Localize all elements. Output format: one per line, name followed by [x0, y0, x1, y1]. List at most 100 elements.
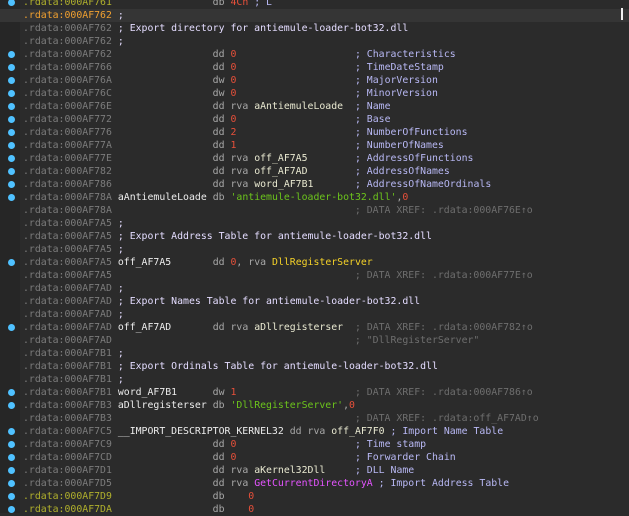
address[interactable]: .rdata:000AF77A: [23, 140, 112, 151]
address[interactable]: .rdata:000AF7AD: [23, 322, 112, 333]
address[interactable]: .rdata:000AF78A: [23, 205, 112, 216]
breakpoint-dot-icon[interactable]: [8, 428, 15, 435]
label-name[interactable]: aDllregisterser: [118, 400, 207, 411]
listing-line[interactable]: .rdata:000AF766 dd 0 ; TimeDateStamp: [0, 61, 629, 74]
address[interactable]: .rdata:000AF7AD: [23, 296, 112, 307]
listing-line[interactable]: .rdata:000AF772 dd 0 ; Base: [0, 113, 629, 126]
breakpoint-dot-icon[interactable]: [8, 168, 15, 175]
address[interactable]: .rdata:000AF7D5: [23, 478, 112, 489]
listing-line[interactable]: .rdata:000AF76A dw 0 ; MajorVersion: [0, 74, 629, 87]
address[interactable]: .rdata:000AF7A5: [23, 270, 112, 281]
address[interactable]: .rdata:000AF7B1: [23, 374, 112, 385]
address[interactable]: .rdata:000AF7A5: [23, 244, 112, 255]
export-function-reference[interactable]: DllRegisterServer: [272, 257, 373, 268]
breakpoint-dot-icon[interactable]: [8, 155, 15, 162]
address[interactable]: .rdata:000AF7AD: [23, 283, 112, 294]
address[interactable]: .rdata:000AF7DA: [23, 504, 112, 515]
listing-line[interactable]: .rdata:000AF7D9 db 0: [0, 490, 629, 503]
breakpoint-dot-icon[interactable]: [8, 454, 15, 461]
listing-line[interactable]: .rdata:000AF762 dd 0 ; Characteristics: [0, 48, 629, 61]
address[interactable]: .rdata:000AF7D9: [23, 491, 112, 502]
listing-line[interactable]: .rdata:000AF77E dd rva off_AF7A5 ; Addre…: [0, 152, 629, 165]
address[interactable]: .rdata:000AF7AD: [23, 309, 112, 320]
address[interactable]: .rdata:000AF7B1: [23, 387, 112, 398]
symbol-reference[interactable]: off_AF7AD: [254, 166, 307, 177]
symbol-reference[interactable]: off_AF7F0: [331, 426, 384, 437]
breakpoint-dot-icon[interactable]: [8, 64, 15, 71]
breakpoint-dot-icon[interactable]: [8, 77, 15, 84]
breakpoint-dot-icon[interactable]: [8, 467, 15, 474]
address[interactable]: .rdata:000AF761: [23, 0, 112, 8]
address[interactable]: .rdata:000AF7A5: [23, 257, 112, 268]
xref-comment[interactable]: ; DATA XREF: .rdata:000AF786↑o: [355, 387, 533, 398]
address[interactable]: .rdata:000AF7AD: [23, 335, 112, 346]
listing-line[interactable]: .rdata:000AF7AD ; Export Names Table for…: [0, 295, 629, 308]
listing-line[interactable]: .rdata:000AF7C5 __IMPORT_DESCRIPTOR_KERN…: [0, 425, 629, 438]
listing-line[interactable]: .rdata:000AF7A5 ; DATA XREF: .rdata:000A…: [0, 269, 629, 282]
address[interactable]: .rdata:000AF78A: [23, 192, 112, 203]
address[interactable]: .rdata:000AF76E: [23, 101, 112, 112]
xref-comment[interactable]: ; DATA XREF: .rdata:000AF76E↑o: [355, 205, 533, 216]
listing-line[interactable]: .rdata:000AF76E dd rva aAntiemuleLoade ;…: [0, 100, 629, 113]
listing-line[interactable]: .rdata:000AF762 ;: [0, 9, 629, 22]
breakpoint-dot-icon[interactable]: [8, 402, 15, 409]
breakpoint-dot-icon[interactable]: [8, 181, 15, 188]
listing-line[interactable]: .rdata:000AF7AD ; "DllRegisterServer": [0, 334, 629, 347]
listing-line[interactable]: .rdata:000AF7C9 dd 0 ; Time stamp: [0, 438, 629, 451]
symbol-reference[interactable]: word_AF7B1: [254, 179, 313, 190]
address[interactable]: .rdata:000AF762: [23, 36, 112, 47]
label-name[interactable]: off_AF7A5: [118, 257, 171, 268]
listing-line[interactable]: .rdata:000AF76C dw 0 ; MinorVersion: [0, 87, 629, 100]
address[interactable]: .rdata:000AF77E: [23, 153, 112, 164]
address[interactable]: .rdata:000AF7B3: [23, 400, 112, 411]
listing-line[interactable]: .rdata:000AF7B1 ; Export Ordinals Table …: [0, 360, 629, 373]
address[interactable]: .rdata:000AF7D1: [23, 465, 112, 476]
address[interactable]: .rdata:000AF766: [23, 62, 112, 73]
listing-line[interactable]: .rdata:000AF776 dd 2 ; NumberOfFunctions: [0, 126, 629, 139]
xref-comment[interactable]: ; "DllRegisterServer": [355, 335, 479, 346]
breakpoint-dot-icon[interactable]: [8, 116, 15, 123]
breakpoint-dot-icon[interactable]: [8, 142, 15, 149]
label-name[interactable]: off_AF7AD: [118, 322, 171, 333]
breakpoint-dot-icon[interactable]: [8, 90, 15, 97]
address[interactable]: .rdata:000AF762: [23, 49, 112, 60]
listing-line[interactable]: .rdata:000AF761 db 4Ch ; L: [0, 0, 629, 9]
symbol-reference[interactable]: aAntiemuleLoade: [254, 101, 343, 112]
listing-line[interactable]: .rdata:000AF7B3 ; DATA XREF: .rdata:off_…: [0, 412, 629, 425]
listing-line[interactable]: .rdata:000AF7D1 dd rva aKernel32Dll ; DL…: [0, 464, 629, 477]
address[interactable]: .rdata:000AF7CD: [23, 452, 112, 463]
address[interactable]: .rdata:000AF786: [23, 179, 112, 190]
listing-line[interactable]: .rdata:000AF78A aAntiemuleLoade db 'anti…: [0, 191, 629, 204]
import-function-reference[interactable]: GetCurrentDirectoryA: [254, 478, 373, 489]
symbol-reference[interactable]: off_AF7A5: [254, 153, 307, 164]
listing-line[interactable]: .rdata:000AF762 ; Export directory for a…: [0, 22, 629, 35]
address[interactable]: .rdata:000AF76C: [23, 88, 112, 99]
symbol-reference[interactable]: aKernel32Dll: [254, 465, 325, 476]
address[interactable]: .rdata:000AF772: [23, 114, 112, 125]
xref-comment[interactable]: ; DATA XREF: .rdata:off_AF7AD↑o: [355, 413, 539, 424]
label-name[interactable]: __IMPORT_DESCRIPTOR_KERNEL32: [118, 426, 284, 437]
address[interactable]: .rdata:000AF7A5: [23, 231, 112, 242]
breakpoint-dot-icon[interactable]: [8, 259, 15, 266]
breakpoint-dot-icon[interactable]: [8, 506, 15, 513]
listing-line[interactable]: .rdata:000AF7B3 aDllregisterser db 'DllR…: [0, 399, 629, 412]
listing-line[interactable]: .rdata:000AF782 dd rva off_AF7AD ; Addre…: [0, 165, 629, 178]
listing-line[interactable]: .rdata:000AF7D5 dd rva GetCurrentDirecto…: [0, 477, 629, 490]
breakpoint-dot-icon[interactable]: [8, 480, 15, 487]
listing-line[interactable]: .rdata:000AF786 dd rva word_AF7B1 ; Addr…: [0, 178, 629, 191]
breakpoint-dot-icon[interactable]: [8, 194, 15, 201]
address[interactable]: .rdata:000AF76A: [23, 75, 112, 86]
address[interactable]: .rdata:000AF7C9: [23, 439, 112, 450]
address[interactable]: .rdata:000AF7C5: [23, 426, 112, 437]
address[interactable]: .rdata:000AF782: [23, 166, 112, 177]
listing-line[interactable]: .rdata:000AF7DA db 0: [0, 503, 629, 516]
xref-comment[interactable]: ; DATA XREF: .rdata:000AF77E↑o: [355, 270, 533, 281]
breakpoint-dot-icon[interactable]: [8, 389, 15, 396]
listing-line[interactable]: .rdata:000AF7B1 ;: [0, 373, 629, 386]
symbol-reference[interactable]: aDllregisterser: [254, 322, 343, 333]
disassembly-listing[interactable]: .rdata:000AF761 db 4Ch ; L .rdata:000AF76…: [0, 0, 629, 516]
breakpoint-dot-icon[interactable]: [8, 103, 15, 110]
xref-comment[interactable]: ; DATA XREF: .rdata:000AF782↑o: [355, 322, 533, 333]
label-name[interactable]: aAntiemuleLoade: [118, 192, 207, 203]
listing-line[interactable]: .rdata:000AF77A dd 1 ; NumberOfNames: [0, 139, 629, 152]
